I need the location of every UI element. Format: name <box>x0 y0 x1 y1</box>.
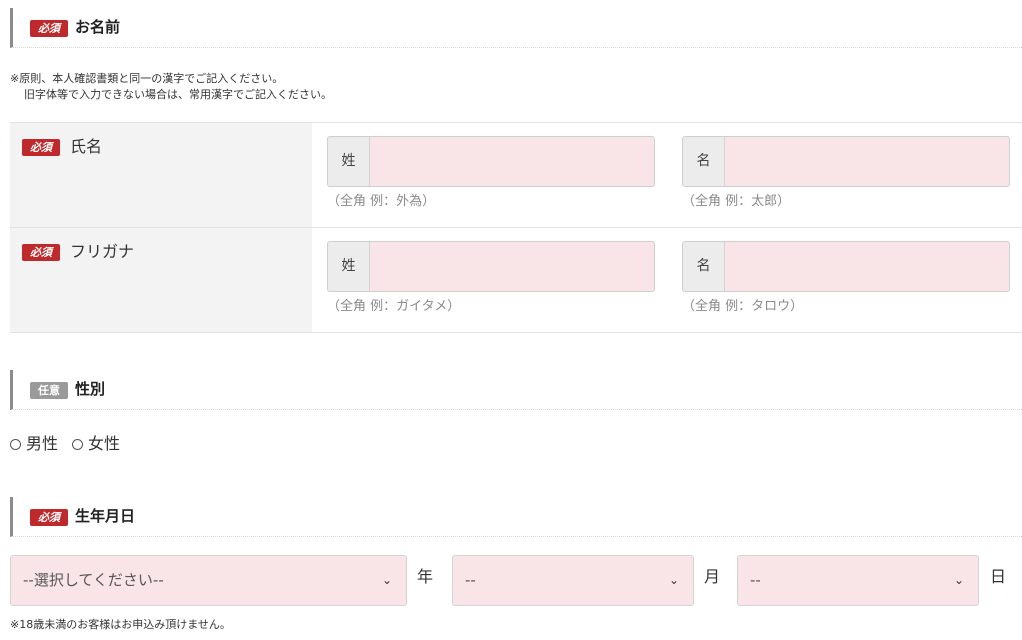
name-note: ※原則、本人確認書類と同一の漢字でご記入ください。 旧字体等で入力できない場合は… <box>10 71 332 103</box>
birth-day-value: -- <box>750 571 761 589</box>
required-badge: 必須 <box>22 244 60 261</box>
age-restriction-note: ※18歳未満のお客様はお申込み頂けません。 <box>10 618 231 631</box>
last-name-kana-prefix: 姓 <box>328 242 370 291</box>
birthdate-section-title: 生年月日 <box>75 507 136 525</box>
label-cell-name: 必須 氏名 <box>10 123 312 227</box>
birth-month-select[interactable]: -- ⌄ <box>452 555 694 606</box>
gender-section-title: 性別 <box>75 380 106 398</box>
month-unit: 月 <box>704 567 721 586</box>
birth-year-value: --選択してください-- <box>23 571 164 589</box>
first-name-kana-hint: （全角 例：タロウ） <box>682 299 804 314</box>
gender-option-label: 女性 <box>88 434 121 453</box>
label-cell-furigana: 必須 フリガナ <box>10 228 312 332</box>
name-section-title: お名前 <box>75 18 121 36</box>
chevron-down-icon: ⌄ <box>668 573 679 587</box>
birthdate-section-header: 必須 生年月日 <box>10 497 1022 537</box>
first-name-hint: （全角 例：太郎） <box>682 194 791 209</box>
name-section-header: 必須 お名前 <box>10 8 1022 48</box>
first-name-prefix: 名 <box>683 137 725 186</box>
radio-circle-icon[interactable] <box>72 438 84 450</box>
birth-month-value: -- <box>465 571 476 589</box>
birth-year-select[interactable]: --選択してください-- ⌄ <box>10 555 407 606</box>
gender-option-male[interactable]: 男性 <box>10 433 58 455</box>
first-name-input[interactable] <box>725 137 1009 186</box>
chevron-down-icon: ⌄ <box>381 573 392 587</box>
last-name-field[interactable]: 姓 <box>327 136 655 187</box>
field-label-name: 氏名 <box>70 137 103 156</box>
name-note-line2: 旧字体等で入力できない場合は、常用漢字でご記入ください。 <box>24 88 332 101</box>
chevron-down-icon: ⌄ <box>953 573 964 587</box>
year-unit: 年 <box>417 567 434 586</box>
birth-day-select[interactable]: -- ⌄ <box>737 555 979 606</box>
name-note-line1: ※原則、本人確認書類と同一の漢字でご記入ください。 <box>10 72 284 85</box>
gender-section-header: 任意 性別 <box>10 370 1022 410</box>
day-unit: 日 <box>990 567 1007 586</box>
form-row-furigana: 必須 フリガナ 姓 （全角 例：ガイタメ） 名 （全角 例：タロウ） <box>10 228 1022 333</box>
required-badge: 必須 <box>30 20 68 37</box>
form-row-name: 必須 氏名 姓 （全角 例：外為） 名 （全角 例：太郎） <box>10 123 1022 228</box>
first-name-field[interactable]: 名 <box>682 136 1010 187</box>
gender-radio-group: 男性 女性 <box>10 433 120 455</box>
last-name-kana-hint: （全角 例：ガイタメ） <box>327 299 461 314</box>
first-name-kana-prefix: 名 <box>683 242 725 291</box>
field-label-furigana: フリガナ <box>70 242 135 261</box>
gender-option-female[interactable]: 女性 <box>72 433 120 455</box>
radio-circle-icon[interactable] <box>10 438 21 450</box>
required-badge: 必須 <box>30 509 68 526</box>
last-name-kana-field[interactable]: 姓 <box>327 241 655 292</box>
first-name-kana-input[interactable] <box>725 242 1009 291</box>
gender-option-label: 男性 <box>26 434 59 453</box>
required-badge: 必須 <box>22 139 60 156</box>
last-name-prefix: 姓 <box>328 137 370 186</box>
optional-badge: 任意 <box>30 382 68 399</box>
last-name-hint: （全角 例：外為） <box>327 194 436 209</box>
last-name-input[interactable] <box>370 137 654 186</box>
first-name-kana-field[interactable]: 名 <box>682 241 1010 292</box>
name-form-table: 必須 氏名 姓 （全角 例：外為） 名 （全角 例：太郎） 必須 フリガナ 姓 … <box>10 122 1022 333</box>
last-name-kana-input[interactable] <box>370 242 654 291</box>
